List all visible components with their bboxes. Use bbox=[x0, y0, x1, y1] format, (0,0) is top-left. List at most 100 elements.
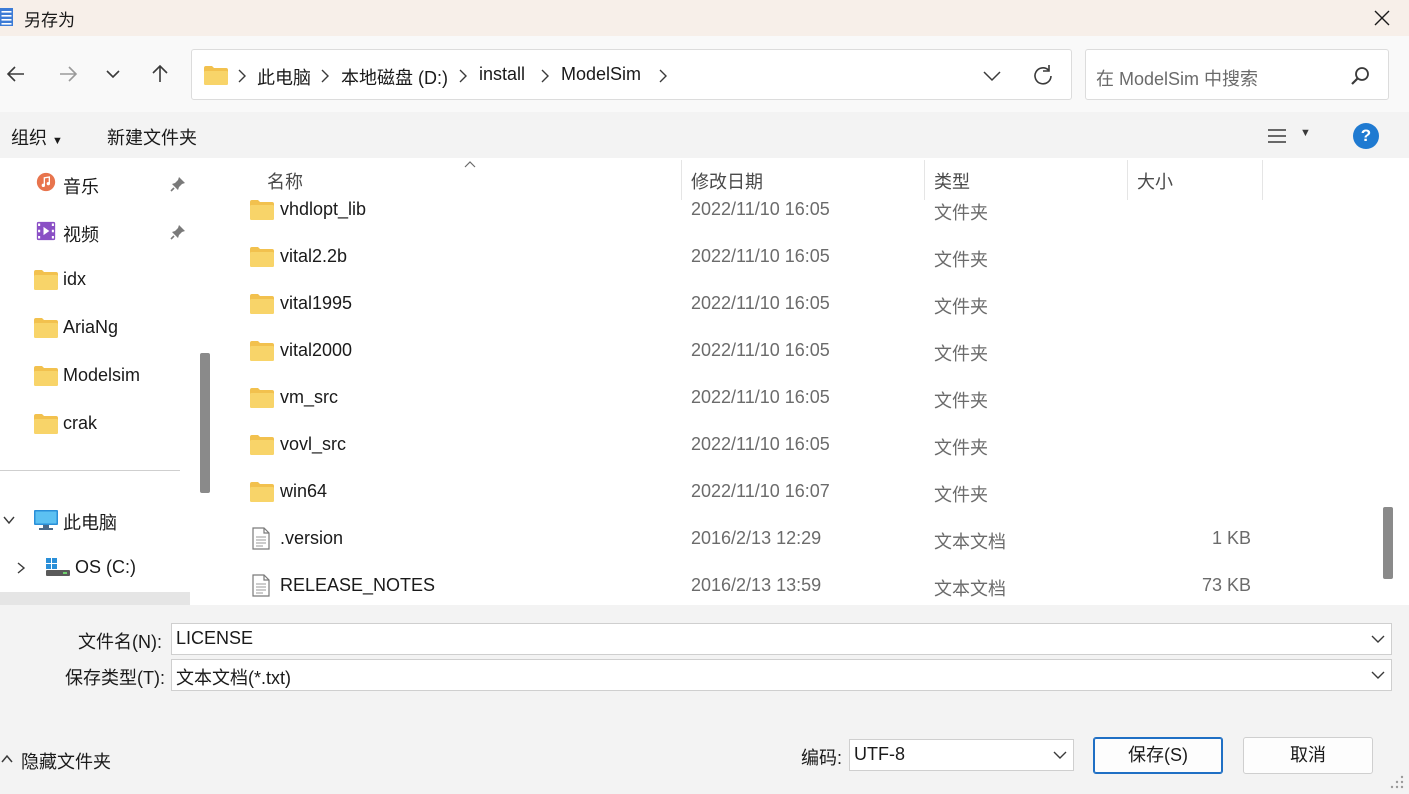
file-row[interactable]: win64 2022/11/10 16:07 文件夹 bbox=[219, 469, 1377, 515]
chevron-right-icon bbox=[541, 69, 549, 83]
sidebar-item-label: crak bbox=[63, 413, 98, 433]
file-date: 2022/11/10 16:05 bbox=[691, 293, 830, 313]
sidebar-item-this-pc[interactable]: 此电脑 bbox=[0, 500, 196, 540]
chevron-down-icon bbox=[106, 70, 120, 79]
sidebar-item-ariang[interactable]: AriaNg bbox=[0, 308, 196, 348]
save-button[interactable]: 保存(S) bbox=[1093, 737, 1223, 774]
filename-input[interactable]: LICENSE bbox=[171, 623, 1392, 655]
notepad-icon bbox=[0, 8, 13, 26]
command-bar: 组织 ▼ 新建文件夹 ▼ ? bbox=[0, 112, 1409, 158]
file-row[interactable]: vital2000 2022/11/10 16:05 文件夹 bbox=[219, 328, 1377, 374]
navigation-pane: 音乐 视频 idx AriaNg Modelsim crak 此电脑 OS (C… bbox=[0, 158, 215, 605]
filetype-select[interactable]: 文本文档(*.txt) bbox=[171, 659, 1392, 691]
help-icon: ? bbox=[1360, 126, 1372, 145]
view-options-button[interactable]: ▼ bbox=[1262, 124, 1318, 148]
sidebar-item-videos[interactable]: 视频 bbox=[0, 212, 196, 252]
file-name: RELEASE_NOTES bbox=[280, 575, 436, 595]
search-box[interactable]: 在 ModelSim 中搜索 bbox=[1085, 49, 1389, 100]
file-list-scrollbar-thumb[interactable] bbox=[1383, 507, 1393, 579]
file-row[interactable]: vital2.2b 2022/11/10 16:05 文件夹 bbox=[219, 234, 1377, 280]
chevron-down-icon[interactable] bbox=[1053, 750, 1067, 760]
chevron-down-icon[interactable] bbox=[1371, 670, 1385, 680]
file-row[interactable]: vital1995 2022/11/10 16:05 文件夹 bbox=[219, 281, 1377, 327]
file-row[interactable]: vhdlopt_lib 2022/11/10 16:05 文件夹 bbox=[219, 187, 1377, 233]
arrow-left-icon bbox=[6, 66, 24, 82]
recent-locations-button[interactable] bbox=[97, 58, 129, 90]
folder-icon bbox=[250, 341, 274, 361]
file-type: 文件夹 bbox=[934, 485, 988, 505]
sidebar-item-modelsim[interactable]: Modelsim bbox=[0, 356, 196, 396]
file-name: vm_src bbox=[280, 387, 338, 407]
file-type: 文件夹 bbox=[934, 391, 988, 411]
file-type: 文件夹 bbox=[934, 438, 988, 458]
filename-label: 文件名(N): bbox=[78, 632, 162, 652]
cancel-button[interactable]: 取消 bbox=[1243, 737, 1373, 774]
hide-folders-label: 隐藏文件夹 bbox=[21, 752, 111, 772]
sidebar-item-label: OS (C:) bbox=[75, 557, 136, 577]
close-button[interactable] bbox=[1355, 0, 1409, 36]
chevron-right-icon[interactable] bbox=[14, 561, 28, 575]
video-icon bbox=[36, 221, 56, 241]
file-size: 73 KB bbox=[1201, 575, 1251, 595]
sidebar-selected-item[interactable] bbox=[0, 592, 190, 605]
title-bar: 另存为 bbox=[0, 0, 1409, 36]
folder-icon bbox=[34, 318, 58, 338]
up-button[interactable] bbox=[144, 58, 176, 90]
resize-grip-icon[interactable] bbox=[1388, 773, 1406, 791]
chevron-right-icon bbox=[659, 69, 667, 83]
folder-icon bbox=[250, 388, 274, 408]
file-date: 2016/2/13 12:29 bbox=[691, 528, 822, 548]
chevron-down-icon[interactable] bbox=[2, 513, 16, 527]
organize-menu[interactable]: 组织 ▼ bbox=[11, 124, 63, 150]
file-type: 文本文档 bbox=[934, 579, 1006, 599]
sidebar-item-idx[interactable]: idx bbox=[0, 260, 196, 300]
breadcrumb-install[interactable]: install bbox=[479, 64, 525, 85]
chevron-up-icon bbox=[1, 754, 13, 763]
back-button[interactable] bbox=[0, 58, 32, 90]
folder-icon bbox=[250, 294, 274, 314]
file-date: 2022/11/10 16:05 bbox=[691, 199, 830, 219]
drive-icon bbox=[46, 558, 70, 576]
help-button[interactable]: ? bbox=[1353, 123, 1379, 149]
encoding-select[interactable]: UTF-8 bbox=[849, 739, 1074, 771]
address-dropdown-icon[interactable] bbox=[978, 66, 1006, 86]
sidebar-item-music[interactable]: 音乐 bbox=[0, 164, 196, 204]
file-row[interactable]: .version 2016/2/13 12:29 文本文档 1 KB bbox=[219, 516, 1377, 562]
organize-label: 组织 bbox=[11, 128, 47, 148]
sidebar-item-os-c[interactable]: OS (C:) bbox=[0, 548, 196, 588]
file-list: 名称 修改日期 类型 大小 vhdlopt_lib 2022/11/10 16:0… bbox=[219, 158, 1377, 605]
folder-icon bbox=[34, 366, 58, 386]
sidebar-scrollbar-thumb[interactable] bbox=[200, 353, 210, 493]
new-folder-button[interactable]: 新建文件夹 bbox=[107, 124, 197, 150]
file-name: win64 bbox=[280, 481, 328, 501]
folder-icon bbox=[204, 66, 228, 85]
file-name: vhdlopt_lib bbox=[280, 199, 367, 219]
search-icon[interactable] bbox=[1349, 65, 1371, 87]
file-row[interactable]: vovl_src 2022/11/10 16:05 文件夹 bbox=[219, 422, 1377, 468]
arrow-up-icon bbox=[152, 64, 168, 82]
text-file-icon bbox=[252, 574, 270, 597]
search-placeholder: 在 ModelSim 中搜索 bbox=[1096, 69, 1259, 89]
file-date: 2022/11/10 16:05 bbox=[691, 246, 830, 266]
chevron-right-icon bbox=[238, 69, 246, 83]
forward-button[interactable] bbox=[52, 58, 84, 90]
dialog-footer: 隐藏文件夹 编码: UTF-8 保存(S) 取消 bbox=[0, 703, 1409, 794]
refresh-icon[interactable] bbox=[1030, 63, 1056, 89]
file-row[interactable]: vm_src 2022/11/10 16:05 文件夹 bbox=[219, 375, 1377, 421]
file-name: .version bbox=[280, 528, 344, 548]
breadcrumb-local-disk-d[interactable]: 本地磁盘 (D:) bbox=[341, 64, 448, 90]
breadcrumb-this-pc[interactable]: 此电脑 bbox=[257, 64, 311, 90]
pin-icon bbox=[170, 225, 185, 240]
folder-icon bbox=[250, 247, 274, 267]
encoding-value: UTF-8 bbox=[854, 744, 905, 764]
file-type: 文本文档 bbox=[934, 532, 1006, 552]
sidebar-item-crak[interactable]: crak bbox=[0, 404, 196, 444]
chevron-down-icon[interactable] bbox=[1371, 634, 1385, 644]
sort-ascending-icon bbox=[464, 161, 476, 168]
text-file-icon bbox=[252, 527, 270, 550]
sidebar-item-label: 此电脑 bbox=[63, 513, 117, 533]
sidebar-item-label: Modelsim bbox=[63, 365, 141, 385]
breadcrumb-modelsim[interactable]: ModelSim bbox=[561, 64, 641, 85]
address-bar[interactable]: 此电脑 本地磁盘 (D:) install ModelSim bbox=[191, 49, 1072, 100]
file-row[interactable]: RELEASE_NOTES 2016/2/13 13:59 文本文档 73 KB bbox=[219, 563, 1377, 605]
